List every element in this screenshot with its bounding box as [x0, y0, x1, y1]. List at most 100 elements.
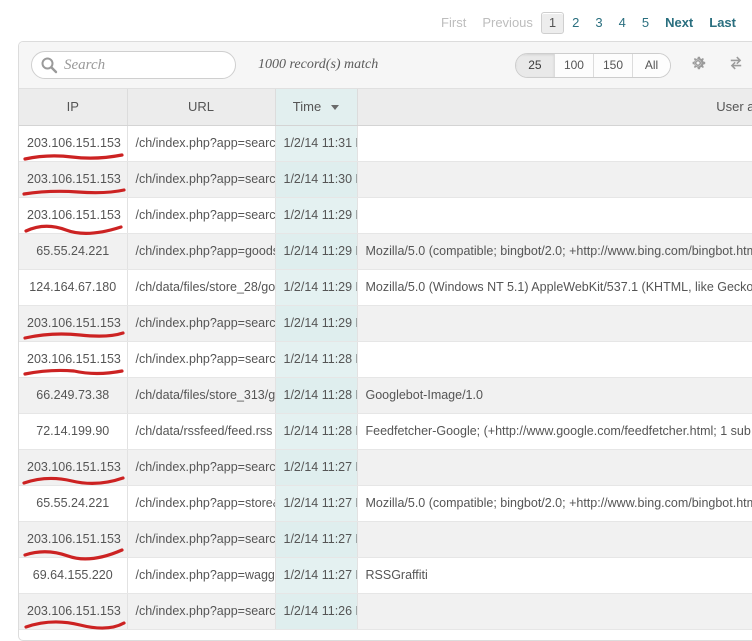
table-row[interactable]: 203.106.151.153/ch/index.php?app=search1… [19, 161, 752, 197]
cell-ip: 203.106.151.153 [19, 341, 127, 377]
cell-url[interactable]: /ch/index.php?app=search [127, 125, 275, 161]
records-panel: 1000 record(s) match 25 100 150 All [18, 41, 752, 641]
table-row[interactable]: 203.106.151.153/ch/index.php?app=search1… [19, 521, 752, 557]
table-head: IP URL Time User agent [19, 89, 752, 125]
cell-url[interactable]: /ch/data/files/store_313/go [127, 377, 275, 413]
cell-ip: 203.106.151.153 [19, 125, 127, 161]
cell-user-agent [357, 341, 752, 377]
cell-user-agent: Googlebot-Image/1.0 [357, 377, 752, 413]
cell-url[interactable]: /ch/index.php?app=store& [127, 485, 275, 521]
table-row[interactable]: 203.106.151.153/ch/index.php?app=search1… [19, 593, 752, 629]
column-header-user-agent[interactable]: User agent [357, 89, 752, 125]
cell-user-agent [357, 197, 752, 233]
refresh-icon [727, 54, 745, 77]
cell-user-agent [357, 305, 752, 341]
page-size-150[interactable]: 150 [593, 54, 632, 77]
cell-user-agent [357, 593, 752, 629]
cell-url[interactable]: /ch/index.php?app=search [127, 449, 275, 485]
cell-time: 1/2/14 11:29 P [275, 197, 357, 233]
cell-user-agent: Mozilla/5.0 (compatible; bingbot/2.0; +h… [357, 485, 752, 521]
cell-time: 1/2/14 11:28 P [275, 341, 357, 377]
cell-url[interactable]: /ch/index.php?app=wagga [127, 557, 275, 593]
pagination-page-5[interactable]: 5 [634, 12, 657, 34]
cell-user-agent [357, 161, 752, 197]
page-size-25[interactable]: 25 [516, 54, 554, 77]
refresh-button[interactable] [725, 55, 747, 77]
cell-time: 1/2/14 11:26 P [275, 593, 357, 629]
pagination-previous[interactable]: Previous [474, 12, 541, 34]
table-row[interactable]: 203.106.151.153/ch/index.php?app=search1… [19, 341, 752, 377]
cell-url[interactable]: /ch/index.php?app=search [127, 593, 275, 629]
pagination-last[interactable]: Last [701, 12, 744, 34]
page-size-all[interactable]: All [632, 54, 670, 77]
cell-url[interactable]: /ch/index.php?app=search [127, 197, 275, 233]
cell-ip: 203.106.151.153 [19, 161, 127, 197]
table-row[interactable]: 72.14.199.90/ch/data/rssfeed/feed.rss1/2… [19, 413, 752, 449]
cell-time: 1/2/14 11:27 P [275, 557, 357, 593]
cell-ip: 203.106.151.153 [19, 197, 127, 233]
toolbar-right-controls: 25 100 150 All [515, 42, 747, 89]
cell-time: 1/2/14 11:27 P [275, 521, 357, 557]
sort-descending-icon [331, 105, 339, 110]
cell-time: 1/2/14 11:28 P [275, 377, 357, 413]
cell-url[interactable]: /ch/index.php?app=search [127, 161, 275, 197]
settings-button[interactable] [687, 55, 709, 77]
cell-ip: 203.106.151.153 [19, 521, 127, 557]
cell-url[interactable]: /ch/data/files/store_28/goo [127, 269, 275, 305]
pagination-page-3[interactable]: 3 [587, 12, 610, 34]
table-row[interactable]: 124.164.67.180/ch/data/files/store_28/go… [19, 269, 752, 305]
table-toolbar: 1000 record(s) match 25 100 150 All [19, 42, 752, 89]
cell-user-agent: RSSGraffiti [357, 557, 752, 593]
pagination-next[interactable]: Next [657, 12, 701, 34]
cell-ip: 203.106.151.153 [19, 593, 127, 629]
cell-url[interactable]: /ch/index.php?app=search [127, 305, 275, 341]
cell-time: 1/2/14 11:30 P [275, 161, 357, 197]
cell-time: 1/2/14 11:29 P [275, 269, 357, 305]
cell-user-agent: Mozilla/5.0 (Windows NT 5.1) AppleWebKit… [357, 269, 752, 305]
cell-ip: 65.55.24.221 [19, 233, 127, 269]
cell-time: 1/2/14 11:29 P [275, 233, 357, 269]
column-header-time[interactable]: Time [275, 89, 357, 125]
table-row[interactable]: 203.106.151.153/ch/index.php?app=search1… [19, 305, 752, 341]
table-row[interactable]: 203.106.151.153/ch/index.php?app=search1… [19, 125, 752, 161]
record-count-label: 1000 record(s) match [258, 57, 378, 73]
cell-url[interactable]: /ch/index.php?app=search [127, 521, 275, 557]
gear-icon [689, 54, 707, 77]
cell-ip: 66.249.73.38 [19, 377, 127, 413]
cell-user-agent [357, 521, 752, 557]
column-header-url[interactable]: URL [127, 89, 275, 125]
pagination-page-4[interactable]: 4 [611, 12, 634, 34]
records-table: IP URL Time User agent 203.106.151.153/c… [19, 89, 752, 630]
table-row[interactable]: 65.55.24.221/ch/index.php?app=goods1/2/1… [19, 233, 752, 269]
cell-user-agent [357, 449, 752, 485]
table-row[interactable]: 203.106.151.153/ch/index.php?app=search1… [19, 449, 752, 485]
cell-ip: 124.164.67.180 [19, 269, 127, 305]
cell-url[interactable]: /ch/index.php?app=goods [127, 233, 275, 269]
table-row[interactable]: 69.64.155.220/ch/index.php?app=wagga1/2/… [19, 557, 752, 593]
column-header-ip[interactable]: IP [19, 89, 127, 125]
page-size-100[interactable]: 100 [554, 54, 593, 77]
cell-url[interactable]: /ch/index.php?app=search [127, 341, 275, 377]
cell-ip: 69.64.155.220 [19, 557, 127, 593]
table-row[interactable]: 66.249.73.38/ch/data/files/store_313/go1… [19, 377, 752, 413]
cell-time: 1/2/14 11:27 P [275, 449, 357, 485]
cell-time: 1/2/14 11:31 P [275, 125, 357, 161]
cell-time: 1/2/14 11:27 P [275, 485, 357, 521]
cell-time: 1/2/14 11:28 P [275, 413, 357, 449]
table-row[interactable]: 65.55.24.221/ch/index.php?app=store&1/2/… [19, 485, 752, 521]
search-field-wrapper [31, 51, 236, 79]
table-body: 203.106.151.153/ch/index.php?app=search1… [19, 125, 752, 629]
page-size-selector[interactable]: 25 100 150 All [515, 53, 671, 78]
cell-user-agent: Mozilla/5.0 (compatible; bingbot/2.0; +h… [357, 233, 752, 269]
cell-user-agent [357, 125, 752, 161]
table-row[interactable]: 203.106.151.153/ch/index.php?app=search1… [19, 197, 752, 233]
cell-ip: 203.106.151.153 [19, 305, 127, 341]
pagination-first[interactable]: First [433, 12, 474, 34]
cell-ip: 65.55.24.221 [19, 485, 127, 521]
pagination-page-2[interactable]: 2 [564, 12, 587, 34]
cell-url[interactable]: /ch/data/rssfeed/feed.rss [127, 413, 275, 449]
pagination-page-1[interactable]: 1 [541, 12, 564, 34]
search-input[interactable] [31, 51, 236, 79]
table-scroll-region[interactable]: IP URL Time User agent 203.106.151.153/c… [19, 89, 752, 641]
pagination[interactable]: First Previous 1 2 3 4 5 Next Last [433, 10, 744, 36]
